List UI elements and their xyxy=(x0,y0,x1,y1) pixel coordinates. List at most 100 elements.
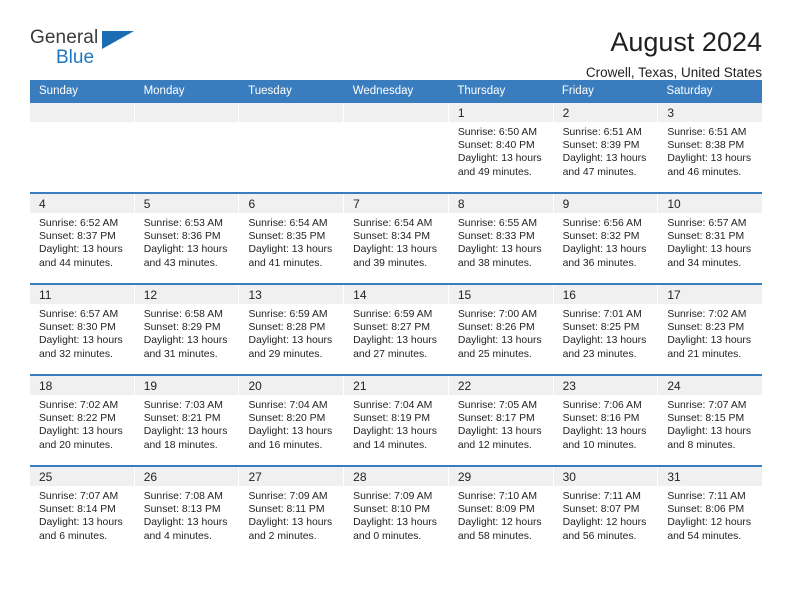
day-number: 16 xyxy=(553,285,658,304)
sunrise-text: Sunrise: 7:11 AM xyxy=(562,491,641,502)
day-number xyxy=(30,103,134,122)
day-number: 18 xyxy=(30,376,134,395)
day-cell[interactable]: 17 Sunrise: 7:02 AM Sunset: 8:23 PM Dayligh… xyxy=(658,285,763,374)
sunrise-text: Sunrise: 7:00 AM xyxy=(457,309,538,320)
daylight-text: Daylight: 13 hours and 38 minutes. xyxy=(457,244,542,269)
day-cell[interactable]: 21 Sunrise: 7:04 AM Sunset: 8:19 PM Dayligh… xyxy=(344,376,449,465)
day-cell-empty xyxy=(30,103,135,192)
title-block: August 2024 Crowell, Texas, United State… xyxy=(586,28,762,81)
day-cell[interactable]: 24 Sunrise: 7:07 AM Sunset: 8:15 PM Dayligh… xyxy=(658,376,763,465)
sunrise-text: Sunrise: 7:06 AM xyxy=(562,400,642,411)
day-cell[interactable]: 11 Sunrise: 6:57 AM Sunset: 8:30 PM Dayligh… xyxy=(30,285,135,374)
day-cell[interactable]: 31 Sunrise: 7:11 AM Sunset: 8:06 PM Dayligh… xyxy=(658,467,763,556)
day-sun-info: Sunrise: 7:08 AM Sunset: 8:13 PM Daylight:… xyxy=(135,486,239,543)
day-sun-info: Sunrise: 6:57 AM Sunset: 8:31 PM Daylight:… xyxy=(658,213,762,270)
day-cell[interactable]: 20 Sunrise: 7:04 AM Sunset: 8:20 PM Dayligh… xyxy=(239,376,345,465)
day-cell[interactable]: 18 Sunrise: 7:02 AM Sunset: 8:22 PM Dayligh… xyxy=(30,376,135,465)
day-cell[interactable]: 3 Sunrise: 6:51 AM Sunset: 8:38 PM Daylight… xyxy=(658,103,763,192)
day-sun-info: Sunrise: 6:51 AM Sunset: 8:38 PM Daylight:… xyxy=(658,122,762,179)
daylight-text: Daylight: 13 hours and 21 minutes. xyxy=(667,335,752,360)
day-sun-info: Sunrise: 6:54 AM Sunset: 8:35 PM Daylight:… xyxy=(239,213,343,270)
sunrise-text: Sunrise: 6:59 AM xyxy=(353,309,433,320)
general-blue-logo[interactable]: General Blue xyxy=(30,28,150,76)
day-number: 10 xyxy=(658,194,763,213)
day-number: 17 xyxy=(658,285,763,304)
day-sun-info: Sunrise: 7:11 AM Sunset: 8:07 PM Daylight:… xyxy=(554,486,658,543)
day-number: 27 xyxy=(239,467,344,486)
day-cell[interactable]: 13 Sunrise: 6:59 AM Sunset: 8:28 PM Dayligh… xyxy=(239,285,345,374)
sunset-text: Sunset: 8:38 PM xyxy=(667,140,745,152)
week-row: 18 Sunrise: 7:02 AM Sunset: 8:22 PM Dayligh… xyxy=(30,374,763,465)
day-cell[interactable]: 27 Sunrise: 7:09 AM Sunset: 8:11 PM Dayligh… xyxy=(239,467,345,556)
day-cell[interactable]: 9 Sunrise: 6:56 AM Sunset: 8:32 PM Daylight… xyxy=(553,194,659,283)
week-row: 4 Sunrise: 6:52 AM Sunset: 8:37 PM Daylight… xyxy=(30,192,763,283)
day-cell[interactable]: 15 Sunrise: 7:00 AM Sunset: 8:26 PM Dayligh… xyxy=(448,285,554,374)
day-cell[interactable]: 26 Sunrise: 7:08 AM Sunset: 8:13 PM Dayligh… xyxy=(134,467,240,556)
day-sun-info: Sunrise: 7:07 AM Sunset: 8:14 PM Daylight:… xyxy=(30,486,134,543)
day-number: 29 xyxy=(448,467,553,486)
day-cell[interactable]: 5 Sunrise: 6:53 AM Sunset: 8:36 PM Daylight… xyxy=(134,194,240,283)
day-sun-info: Sunrise: 6:53 AM Sunset: 8:36 PM Daylight:… xyxy=(135,213,239,270)
sunrise-text: Sunrise: 7:09 AM xyxy=(248,491,328,502)
sunrise-text: Sunrise: 6:56 AM xyxy=(562,218,642,229)
weekday-header-thursday: Thursday xyxy=(457,85,506,97)
day-sun-info: Sunrise: 6:58 AM Sunset: 8:29 PM Daylight:… xyxy=(135,304,239,361)
weekday-header-row: Sunday Monday Tuesday Wednesday Thursday Frid… xyxy=(30,80,762,103)
day-sun-info: Sunrise: 6:52 AM Sunset: 8:37 PM Daylight:… xyxy=(30,213,134,270)
day-cell[interactable]: 22 Sunrise: 7:05 AM Sunset: 8:17 PM Dayligh… xyxy=(448,376,554,465)
day-number: 8 xyxy=(448,194,553,213)
sunrise-text: Sunrise: 7:07 AM xyxy=(39,491,119,502)
day-sun-info: Sunrise: 6:51 AM Sunset: 8:39 PM Daylight:… xyxy=(554,122,658,179)
logo-text-blue: Blue xyxy=(56,47,95,68)
sunrise-text: Sunrise: 6:54 AM xyxy=(353,218,433,229)
day-cell[interactable]: 19 Sunrise: 7:03 AM Sunset: 8:21 PM Dayligh… xyxy=(134,376,240,465)
day-cell[interactable]: 4 Sunrise: 6:52 AM Sunset: 8:37 PM Daylight… xyxy=(30,194,135,283)
day-sun-info: Sunrise: 7:01 AM Sunset: 8:25 PM Daylight:… xyxy=(554,304,658,361)
day-cell[interactable]: 1 Sunrise: 6:50 AM Sunset: 8:40 PM Daylight… xyxy=(448,103,554,192)
day-number: 7 xyxy=(344,194,448,213)
day-cell[interactable]: 28 Sunrise: 7:09 AM Sunset: 8:10 PM Dayligh… xyxy=(344,467,449,556)
calendar-grid: Sunday Monday Tuesday Wednesday Thursday Frid… xyxy=(30,80,763,556)
weekday-header-sunday: Sunday xyxy=(39,85,79,97)
day-sun-info: Sunrise: 6:59 AM Sunset: 8:28 PM Daylight:… xyxy=(239,304,343,361)
day-sun-info: Sunrise: 6:54 AM Sunset: 8:34 PM Daylight:… xyxy=(344,213,448,270)
day-sun-info: Sunrise: 7:02 AM Sunset: 8:23 PM Daylight:… xyxy=(658,304,762,361)
sunrise-text: Sunrise: 7:11 AM xyxy=(667,491,746,502)
day-cell[interactable]: 10 Sunrise: 6:57 AM Sunset: 8:31 PM Dayligh… xyxy=(658,194,763,283)
sunrise-text: Sunrise: 7:04 AM xyxy=(248,400,328,411)
sunrise-text: Sunrise: 7:04 AM xyxy=(353,400,433,411)
daylight-text: Daylight: 13 hours and 47 minutes. xyxy=(562,153,647,178)
daylight-text: Daylight: 13 hours and 25 minutes. xyxy=(457,335,542,360)
day-cell[interactable]: 6 Sunrise: 6:54 AM Sunset: 8:35 PM Daylight… xyxy=(239,194,345,283)
day-cell[interactable]: 29 Sunrise: 7:10 AM Sunset: 8:09 PM Dayligh… xyxy=(448,467,554,556)
day-number: 26 xyxy=(134,467,239,486)
sunset-text: Sunset: 8:17 PM xyxy=(457,413,535,425)
day-number: 13 xyxy=(239,285,344,304)
day-cell[interactable]: 23 Sunrise: 7:06 AM Sunset: 8:16 PM Dayligh… xyxy=(553,376,659,465)
sunrise-text: Sunrise: 6:51 AM xyxy=(562,127,642,138)
day-cell[interactable]: 2 Sunrise: 6:51 AM Sunset: 8:39 PM Daylight… xyxy=(553,103,659,192)
day-sun-info: Sunrise: 7:00 AM Sunset: 8:26 PM Daylight:… xyxy=(449,304,553,361)
day-sun-info: Sunrise: 6:59 AM Sunset: 8:27 PM Daylight:… xyxy=(344,304,448,361)
day-cell[interactable]: 16 Sunrise: 7:01 AM Sunset: 8:25 PM Dayligh… xyxy=(553,285,659,374)
day-cell[interactable]: 25 Sunrise: 7:07 AM Sunset: 8:14 PM Dayligh… xyxy=(30,467,135,556)
sunset-text: Sunset: 8:26 PM xyxy=(457,322,535,334)
day-cell[interactable]: 8 Sunrise: 6:55 AM Sunset: 8:33 PM Daylight… xyxy=(448,194,554,283)
weekday-header-friday: Friday xyxy=(561,85,594,97)
sunrise-text: Sunrise: 6:58 AM xyxy=(143,309,223,320)
daylight-text: Daylight: 13 hours and 49 minutes. xyxy=(457,153,542,178)
day-number: 15 xyxy=(448,285,553,304)
page-header: General Blue August 2024 Crowell, Texas,… xyxy=(30,0,762,81)
sunset-text: Sunset: 8:34 PM xyxy=(353,231,430,243)
sunset-text: Sunset: 8:37 PM xyxy=(39,231,116,243)
sunrise-text: Sunrise: 6:54 AM xyxy=(248,218,328,229)
day-cell[interactable]: 7 Sunrise: 6:54 AM Sunset: 8:34 PM Daylight… xyxy=(344,194,449,283)
day-cell[interactable]: 12 Sunrise: 6:58 AM Sunset: 8:29 PM Dayligh… xyxy=(134,285,240,374)
weekday-header-saturday: Saturday xyxy=(666,85,713,97)
sunset-text: Sunset: 8:22 PM xyxy=(39,413,116,425)
day-cell[interactable]: 30 Sunrise: 7:11 AM Sunset: 8:07 PM Dayligh… xyxy=(553,467,659,556)
weekday-header-monday: Monday xyxy=(143,85,185,97)
daylight-text: Daylight: 13 hours and 0 minutes. xyxy=(353,517,437,542)
day-cell[interactable]: 14 Sunrise: 6:59 AM Sunset: 8:27 PM Dayligh… xyxy=(344,285,449,374)
sunset-text: Sunset: 8:20 PM xyxy=(248,413,326,425)
